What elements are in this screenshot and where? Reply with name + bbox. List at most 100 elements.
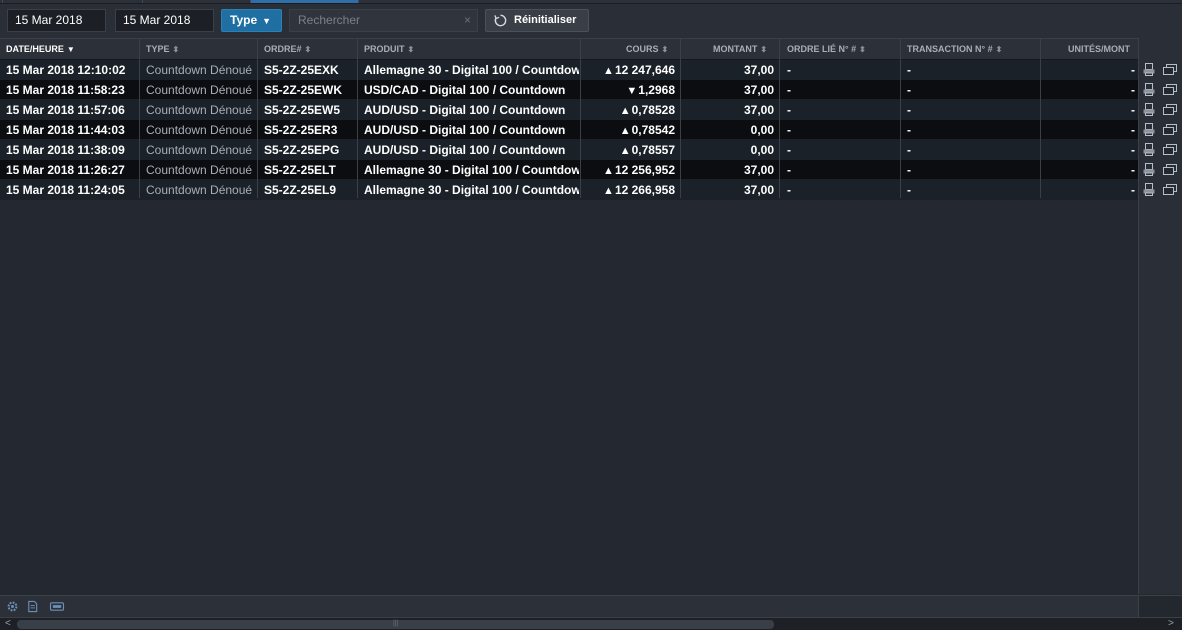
cell-text: -	[787, 83, 791, 97]
table-row[interactable]: 15 Mar 2018 12:10:02 Countdown Dénoué S5-2…	[0, 60, 1182, 80]
print-icon[interactable]	[1143, 143, 1155, 156]
clear-icon[interactable]: ×	[464, 10, 471, 31]
cell-amount: 37,00	[684, 160, 774, 180]
column-header-transaction[interactable]: TRANSACTION N° # ⬍	[907, 39, 1002, 60]
cell-datetime: 15 Mar 2018 11:38:09	[6, 140, 138, 160]
gear-icon[interactable]	[6, 600, 19, 613]
cell-text: 0,78528	[631, 103, 675, 117]
cell-text: 12 247,646	[614, 63, 675, 77]
sort-icon: ⬍	[859, 45, 866, 54]
tab-active[interactable]	[251, 0, 359, 3]
column-divider[interactable]	[680, 38, 681, 198]
print-icon[interactable]	[1143, 163, 1155, 176]
popout-icon[interactable]	[1163, 164, 1177, 176]
popout-icon[interactable]	[1163, 124, 1177, 136]
popout-icon[interactable]	[1163, 144, 1177, 156]
tab-3[interactable]	[143, 0, 251, 3]
table-row[interactable]: 15 Mar 2018 11:38:09 Countdown Dénoué S5-2…	[0, 140, 1182, 160]
column-header-price[interactable]: COURS ⬍	[626, 39, 668, 60]
cell-order: S5-2Z-25EPG	[264, 140, 356, 160]
scroll-left-icon[interactable]: <	[5, 618, 11, 630]
column-header-label: DATE/HEURE	[6, 44, 64, 54]
cell-datetime: 15 Mar 2018 11:24:05	[6, 180, 138, 200]
cell-type: Countdown Dénoué	[146, 80, 256, 100]
cell-price: ▲0,78557	[584, 140, 675, 160]
horizontal-scrollbar[interactable]: < ||| >	[0, 617, 1182, 630]
cell-datetime: 15 Mar 2018 11:26:27	[6, 160, 138, 180]
column-header-units[interactable]: UNITÉS/MONT	[1068, 39, 1136, 60]
sort-desc-icon: ▼	[66, 45, 75, 54]
table-row[interactable]: 15 Mar 2018 11:26:27 Countdown Dénoué S5-2…	[0, 160, 1182, 180]
cell-text: 0,00	[750, 123, 774, 137]
cell-text: -	[1131, 183, 1135, 197]
cell-text: -	[787, 123, 791, 137]
table-row[interactable]: 15 Mar 2018 11:44:03 Countdown Dénoué S5-2…	[0, 120, 1182, 140]
cell-text: S5-2Z-25ELT	[264, 163, 336, 177]
cell-text: Countdown Dénoué	[146, 83, 253, 97]
cell-text: Countdown Dénoué	[146, 183, 253, 197]
table-row[interactable]: 15 Mar 2018 11:57:06 Countdown Dénoué S5-2…	[0, 100, 1182, 120]
column-header-order[interactable]: ORDRE# ⬍	[264, 39, 311, 60]
column-divider[interactable]	[257, 38, 258, 198]
cell-product: Allemagne 30 - Digital 100 / Countdown	[364, 160, 579, 180]
refresh-icon	[494, 14, 507, 27]
column-header-linked-order[interactable]: ORDRE LIÉ N° # ⬍	[787, 39, 866, 60]
type-filter-button[interactable]: Type ▼	[221, 9, 282, 32]
table-row[interactable]: 15 Mar 2018 11:24:05 Countdown Dénoué S5-2…	[0, 180, 1182, 200]
column-divider[interactable]	[900, 38, 901, 198]
popout-icon[interactable]	[1163, 104, 1177, 116]
cell-price: ▲12 247,646	[584, 60, 675, 80]
column-header-datetime[interactable]: DATE/HEURE ▼	[6, 39, 75, 60]
column-header-amount[interactable]: MONTANT ⬍	[713, 39, 767, 60]
sort-icon: ⬍	[172, 45, 180, 54]
cell-units: -	[1044, 120, 1135, 140]
column-divider[interactable]	[139, 38, 140, 198]
column-divider[interactable]	[779, 38, 780, 198]
cell-text: S5-2Z-25EXK	[264, 63, 339, 77]
cell-text: -	[1131, 143, 1135, 157]
popout-icon[interactable]	[1163, 64, 1177, 76]
scroll-right-icon[interactable]: >	[1168, 618, 1174, 630]
cell-amount: 37,00	[684, 180, 774, 200]
column-divider[interactable]	[580, 38, 581, 198]
cell-units: -	[1044, 60, 1135, 80]
print-icon[interactable]	[1143, 103, 1155, 116]
reset-button[interactable]: Réinitialiser	[485, 9, 589, 32]
date-from-input[interactable]: 15 Mar 2018	[7, 9, 106, 32]
cell-text: -	[787, 183, 791, 197]
document-icon[interactable]	[26, 600, 39, 613]
column-header-type[interactable]: TYPE ⬍	[146, 39, 179, 60]
cell-datetime: 15 Mar 2018 12:10:02	[6, 60, 138, 80]
popout-icon[interactable]	[1163, 84, 1177, 96]
column-divider[interactable]	[357, 38, 358, 198]
column-header-product[interactable]: PRODUIT ⬍	[364, 39, 414, 60]
table-row[interactable]: 15 Mar 2018 11:58:23 Countdown Dénoué S5-2…	[0, 80, 1182, 100]
cell-datetime: 15 Mar 2018 11:44:03	[6, 120, 138, 140]
arrow-up-icon: ▲	[603, 65, 614, 77]
cell-text: USD/CAD - Digital 100 / Countdown	[364, 83, 566, 97]
cell-text: 1,2968	[638, 83, 675, 97]
popout-icon[interactable]	[1163, 184, 1177, 196]
column-divider[interactable]	[1040, 38, 1041, 198]
print-icon[interactable]	[1143, 83, 1155, 96]
export-icon[interactable]	[49, 600, 65, 613]
arrow-up-icon: ▲	[619, 145, 631, 157]
date-to-input[interactable]: 15 Mar 2018	[115, 9, 214, 32]
arrow-up-icon: ▲	[603, 185, 614, 197]
cell-text: -	[907, 63, 911, 77]
print-icon[interactable]	[1143, 123, 1155, 136]
cell-text: AUD/USD - Digital 100 / Countdown	[364, 123, 566, 137]
print-icon[interactable]	[1143, 63, 1155, 76]
cell-linked-order: -	[787, 180, 897, 200]
arrow-up-icon: ▲	[619, 125, 631, 137]
print-icon[interactable]	[1143, 183, 1155, 196]
cell-type: Countdown Dénoué	[146, 120, 256, 140]
search-input[interactable]: Rechercher ×	[289, 9, 478, 32]
search-placeholder: Rechercher	[298, 13, 361, 27]
cell-text: -	[787, 63, 791, 77]
tab-2[interactable]	[3, 0, 143, 3]
reset-label: Réinitialiser	[514, 14, 577, 26]
column-header-label: ORDRE#	[264, 44, 302, 54]
cell-amount: 37,00	[684, 100, 774, 120]
cell-text: -	[1131, 163, 1135, 177]
